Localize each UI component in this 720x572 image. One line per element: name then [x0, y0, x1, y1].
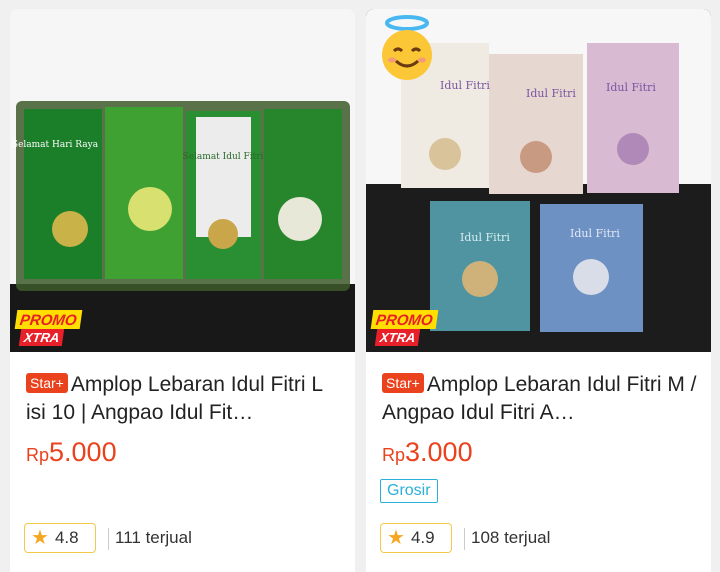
image-text: Idul Fitri — [440, 79, 490, 92]
product-title[interactable]: Star+ Amplop Lebaran Idul Fitri M / Angpa… — [382, 371, 702, 427]
product-title-text: Amplop Lebaran Idul Fitri L isi 10 | Ang… — [26, 373, 323, 424]
product-image[interactable]: Selamat Hari Raya Selamat Idul Fitri PRO… — [10, 9, 355, 352]
sold-count: 111 terjual — [115, 528, 192, 547]
rating-badge: ★ 4.8 — [24, 523, 96, 553]
product-price: Rp5.000 — [26, 437, 117, 467]
image-text: Idul Fitri — [526, 87, 576, 100]
product-card[interactable]: Selamat Hari Raya Selamat Idul Fitri PRO… — [10, 9, 355, 572]
product-price: Rp3.000 — [382, 437, 473, 467]
sold-count: 108 terjual — [471, 528, 551, 547]
rating-value: 4.9 — [410, 528, 435, 547]
rating-value: 4.8 — [54, 528, 79, 547]
star-icon: ★ — [387, 527, 405, 549]
grosir-tag: Grosir — [380, 479, 438, 503]
rating-badge: ★ 4.9 — [380, 523, 452, 553]
image-text: Selamat Idul Fitri — [183, 152, 264, 162]
product-title[interactable]: Star+ Amplop Lebaran Idul Fitri L isi 10 … — [26, 371, 346, 427]
product-title-text: Amplop Lebaran Idul Fitri M / Angpao Idu… — [382, 373, 697, 424]
divider — [464, 528, 465, 550]
image-text: Idul Fitri — [460, 231, 510, 244]
product-card[interactable]: Idul Fitri Idul Fitri Idul Fitri Idul Fi… — [366, 9, 711, 572]
image-text: Idul Fitri — [570, 227, 620, 240]
star-icon: ★ — [31, 527, 49, 549]
promo-xtra-badge: PROMO XTRA — [370, 310, 454, 348]
star-plus-badge: Star+ — [382, 373, 424, 393]
divider — [108, 528, 109, 550]
image-text: Idul Fitri — [606, 81, 656, 94]
image-text: Selamat Hari Raya — [12, 140, 99, 150]
promo-xtra-badge: PROMO XTRA — [14, 310, 98, 348]
star-plus-badge: Star+ — [26, 373, 68, 393]
smiling-face-with-halo-icon — [372, 13, 442, 83]
